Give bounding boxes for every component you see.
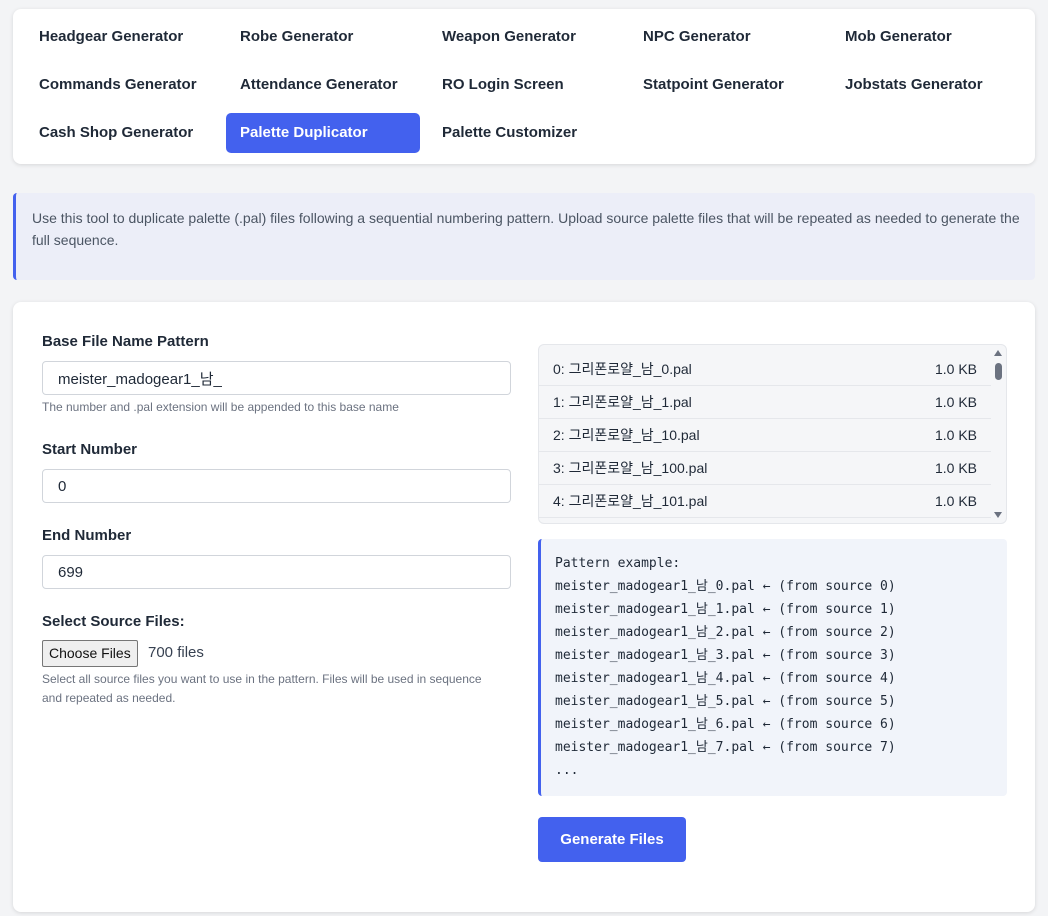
pattern-line-ellipsis: ... bbox=[555, 763, 579, 778]
pattern-example-box: Pattern example: meister_madogear1_남_0.pa… bbox=[538, 539, 1007, 796]
file-size: 1.0 KB bbox=[934, 394, 977, 410]
file-name: 1: 그리폰로얄_남_1.pal bbox=[553, 394, 692, 410]
generate-files-button[interactable]: Generate Files bbox=[538, 817, 686, 862]
nav-item-palette-customizer[interactable]: Palette Customizer bbox=[428, 113, 591, 153]
nav-item-palette-duplicator[interactable]: Palette Duplicator bbox=[226, 113, 420, 153]
file-list-item: 4: 그리폰로얄_남_101.pal 1.0 KB bbox=[539, 485, 991, 518]
nav-item-cash-shop-generator[interactable]: Cash Shop Generator bbox=[25, 113, 207, 153]
file-list-item: 3: 그리폰로얄_남_100.pal 1.0 KB bbox=[539, 452, 991, 485]
start-number-label: Start Number bbox=[42, 441, 138, 458]
pattern-line: meister_madogear1_남_5.pal ← (from source… bbox=[555, 694, 896, 709]
nav-item-mob-generator[interactable]: Mob Generator bbox=[831, 17, 966, 57]
base-name-label: Base File Name Pattern bbox=[42, 333, 209, 350]
file-list-scrollbar[interactable] bbox=[991, 345, 1006, 523]
nav-item-headgear-generator[interactable]: Headgear Generator bbox=[25, 17, 197, 57]
source-files-hint-line-1: Select all source files you want to use … bbox=[42, 672, 482, 686]
file-list-item: 0: 그리폰로얄_남_0.pal 1.0 KB bbox=[539, 353, 991, 386]
source-files-hint-line-2: and repeated as needed. bbox=[42, 691, 176, 705]
scroll-down-arrow-icon[interactable] bbox=[994, 512, 1002, 518]
pattern-line: meister_madogear1_남_3.pal ← (from source… bbox=[555, 648, 896, 663]
start-number-input[interactable] bbox=[42, 469, 511, 503]
file-size: 1.0 KB bbox=[934, 493, 977, 509]
palette-duplicator-form: Base File Name Pattern The number and .p… bbox=[13, 302, 1035, 912]
file-size: 1.0 KB bbox=[934, 427, 977, 443]
source-file-list[interactable]: 0: 그리폰로얄_남_0.pal 1.0 KB 1: 그리폰로얄_남_1.pal… bbox=[538, 344, 1007, 524]
pattern-line: meister_madogear1_남_7.pal ← (from source… bbox=[555, 740, 896, 755]
file-name: 2: 그리폰로얄_남_10.pal bbox=[553, 427, 700, 443]
base-name-hint: The number and .pal extension will be ap… bbox=[42, 400, 399, 414]
nav-item-robe-generator[interactable]: Robe Generator bbox=[226, 17, 367, 57]
scroll-thumb[interactable] bbox=[995, 363, 1002, 380]
choose-files-button[interactable]: Choose Files bbox=[42, 640, 138, 667]
scroll-up-arrow-icon[interactable] bbox=[994, 350, 1002, 356]
pattern-line: meister_madogear1_남_1.pal ← (from source… bbox=[555, 602, 896, 617]
info-text: Use this tool to duplicate palette (.pal… bbox=[32, 210, 1020, 248]
file-size: 1.0 KB bbox=[934, 361, 977, 377]
file-size: 1.0 KB bbox=[934, 460, 977, 476]
nav-item-npc-generator[interactable]: NPC Generator bbox=[629, 17, 765, 57]
file-name: 4: 그리폰로얄_남_101.pal bbox=[553, 493, 708, 509]
file-list-item: 2: 그리폰로얄_남_10.pal 1.0 KB bbox=[539, 419, 991, 452]
nav-item-ro-login-screen[interactable]: RO Login Screen bbox=[428, 65, 578, 105]
pattern-line: meister_madogear1_남_6.pal ← (from source… bbox=[555, 717, 896, 732]
base-name-input[interactable] bbox=[42, 361, 511, 395]
end-number-label: End Number bbox=[42, 527, 132, 544]
file-name: 3: 그리폰로얄_남_100.pal bbox=[553, 460, 708, 476]
pattern-line: meister_madogear1_남_4.pal ← (from source… bbox=[555, 671, 896, 686]
pattern-line: meister_madogear1_남_0.pal ← (from source… bbox=[555, 579, 896, 594]
nav-item-jobstats-generator[interactable]: Jobstats Generator bbox=[831, 65, 997, 105]
pattern-line-heading: Pattern example: bbox=[555, 556, 681, 571]
nav-item-statpoint-generator[interactable]: Statpoint Generator bbox=[629, 65, 798, 105]
nav-item-commands-generator[interactable]: Commands Generator bbox=[25, 65, 211, 105]
nav-item-weapon-generator[interactable]: Weapon Generator bbox=[428, 17, 590, 57]
source-files-label: Select Source Files: bbox=[42, 613, 185, 630]
pattern-line: meister_madogear1_남_2.pal ← (from source… bbox=[555, 625, 896, 640]
file-name: 0: 그리폰로얄_남_0.pal bbox=[553, 361, 692, 377]
file-list-item: 1: 그리폰로얄_남_1.pal 1.0 KB bbox=[539, 386, 991, 419]
nav-item-attendance-generator[interactable]: Attendance Generator bbox=[226, 65, 412, 105]
file-count-text: 700 files bbox=[148, 644, 204, 661]
tool-nav: Headgear Generator Robe Generator Weapon… bbox=[13, 9, 1035, 164]
info-banner: Use this tool to duplicate palette (.pal… bbox=[13, 193, 1035, 280]
end-number-input[interactable] bbox=[42, 555, 511, 589]
